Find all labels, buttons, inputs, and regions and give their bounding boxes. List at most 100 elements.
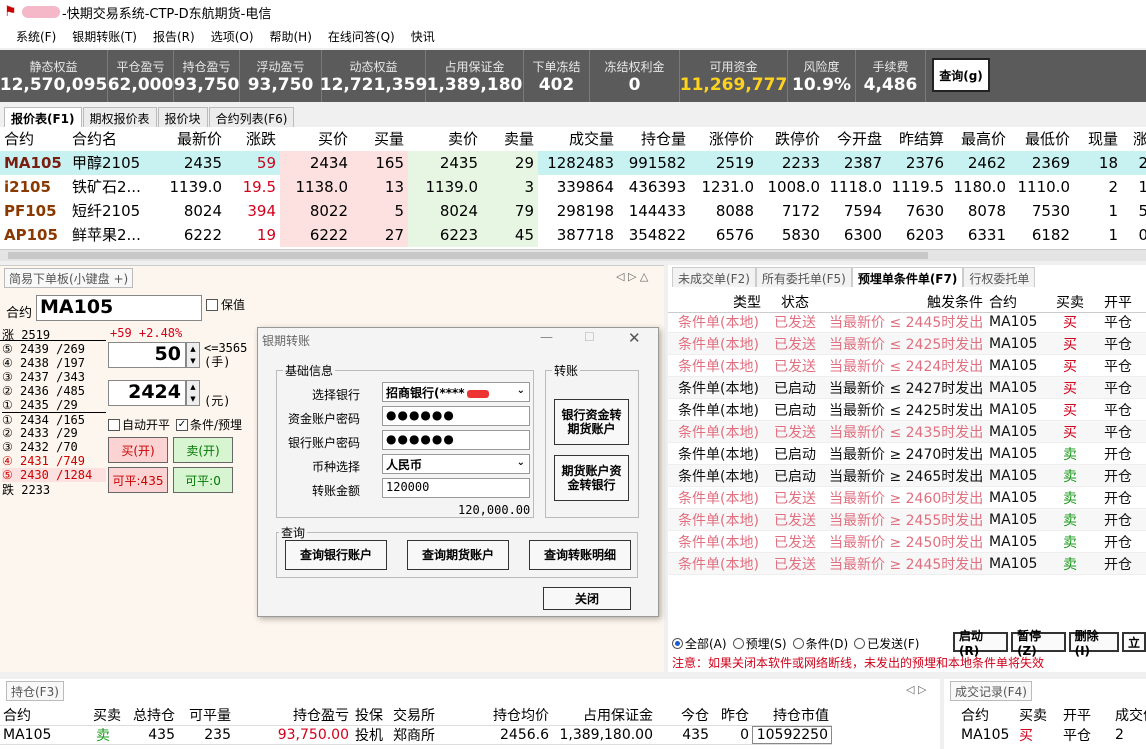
tab-quote[interactable]: 报价表(F1) [4,107,82,127]
futures-to-bank-button[interactable]: 期货账户资金转银行 [554,455,629,501]
filter-radio[interactable]: 已发送(F) [854,635,919,652]
price-stepper[interactable]: ▲ ▼ [186,380,200,406]
auto-open-close-checkbox[interactable]: 自动开平 [108,416,170,433]
table-row[interactable]: 条件单(本地) 已发送 当最新价 ≤ 2424时发出 MA105 买 平仓 [668,355,1146,377]
column-header[interactable]: 合约名 [68,127,154,151]
column-header[interactable]: 合约 [0,705,82,725]
amount-input[interactable]: 120000 [382,478,530,498]
book-level[interactable]: ① 2434 /165 [2,412,106,427]
tab-orders[interactable]: 预埋单条件单(F7) [851,267,964,287]
cond-action-button[interactable]: 启动(R) [953,629,1009,658]
column-header[interactable]: 持仓量 [618,127,690,151]
column-header[interactable]: 现量 [1074,127,1122,151]
column-header[interactable]: 开平 [1096,292,1140,312]
menu-item[interactable]: 银期转账(T) [64,28,145,45]
menu-item[interactable]: 在线问答(Q) [320,28,403,45]
column-header[interactable]: 合约 [986,292,1044,312]
panel-nav-icons[interactable]: ◁ ▷ △ [616,270,648,283]
column-header[interactable]: 持仓盈亏 [234,705,352,725]
bank-password-input[interactable]: ●●●●●● [382,430,530,450]
tab-orders[interactable]: 所有委托单(F5) [755,267,852,287]
table-row[interactable]: 条件单(本地) 已启动 当最新价 ≤ 2427时发出 MA105 买 平仓 [668,377,1146,399]
column-header[interactable]: 买卖 [82,705,124,725]
tab-quote[interactable]: 合约列表(F6) [208,107,295,127]
column-header[interactable]: 今仓 [656,705,712,725]
column-header[interactable]: 总持仓 [124,705,178,725]
positions-tab[interactable]: 持仓(F3) [6,681,64,701]
column-header[interactable]: 昨仓 [712,705,752,725]
column-header[interactable]: 占用保证金 [552,705,656,725]
table-row[interactable]: 条件单(本地) 已发送 当最新价 ≥ 2460时发出 MA105 卖 开仓 [668,487,1146,509]
table-row[interactable]: 条件单(本地) 已发送 当最新价 ≥ 2445时发出 MA105 卖 开仓 [668,553,1146,575]
query-detail-button[interactable]: 查询转账明细 [529,540,631,570]
order-panel-tab[interactable]: 简易下单板(小键盘 +) [4,268,134,288]
table-row[interactable]: i2105 铁矿石2... 1139.0 19.5 1138.0 13 1139.0 3 339… [0,175,1146,199]
column-header[interactable]: 最新价 [154,127,226,151]
column-header[interactable]: 涨跌 [226,127,280,151]
fund-password-input[interactable]: ●●●●●● [382,406,530,426]
query-futures-button[interactable]: 查询期货账户 [407,540,509,570]
table-row[interactable]: MA105 甲醇2105 2435 59 2434 165 2435 29 1282483 991… [0,151,1146,175]
menu-item[interactable]: 帮助(H) [262,28,320,45]
column-header[interactable]: 交易所 [390,705,456,725]
table-row[interactable]: 条件单(本地) 已发送 当最新价 ≥ 2455时发出 MA105 卖 开仓 [668,509,1146,531]
buy-open-button[interactable]: 买(开) [108,437,168,463]
tab-quote[interactable]: 报价块 [157,107,208,127]
column-header[interactable]: 成交价 [1112,705,1146,725]
book-level[interactable]: ② 2433 /29 [2,426,106,440]
book-level[interactable]: ② 2436 /485 [2,384,106,398]
column-header[interactable]: 可平量 [178,705,234,725]
column-header[interactable]: 买卖 [1016,705,1060,725]
close-long-button[interactable]: 可平:435 [108,467,168,493]
column-header[interactable]: 触发条件 [826,292,986,312]
column-header[interactable]: 合约 [0,127,68,151]
table-row[interactable]: 条件单(本地) 已发送 当最新价 ≥ 2450时发出 MA105 卖 开仓 [668,531,1146,553]
minimize-icon[interactable]: — [540,330,553,345]
conditional-checkbox[interactable]: ✓ 条件/预埋 [176,416,242,433]
bank-select[interactable]: 招商银行(**** ⌄ [382,382,530,402]
filter-radio[interactable]: 条件(D) [792,635,848,652]
tab-quote[interactable]: 期权报价表 [82,107,157,127]
table-row[interactable]: 条件单(本地) 已发送 当最新价 ≤ 2445时发出 MA105 买 平仓 [668,311,1146,333]
qty-stepper[interactable]: ▲ ▼ [186,342,200,368]
query-button[interactable]: 查询(g) [932,58,990,92]
column-header[interactable]: 状态 [764,292,826,312]
tab-orders[interactable]: 未成交单(F2) [672,267,756,287]
book-level[interactable]: ④ 2431 /749 [2,454,106,468]
table-row[interactable]: AP105 鲜苹果2... 6222 19 6222 27 6223 45 387718 3548… [0,223,1146,247]
book-level[interactable]: ⑤ 2430 /1284 [2,468,106,482]
price-input[interactable]: 2424 [108,380,186,406]
cond-action-button[interactable]: 立 [1122,632,1146,652]
book-level[interactable]: ③ 2437 /343 [2,370,106,384]
sell-open-button[interactable]: 卖(开) [173,437,233,463]
qty-input[interactable]: 50 [108,342,186,368]
bank-to-futures-button[interactable]: 银行资金转期货账户 [554,399,629,445]
column-header[interactable]: 卖量 [482,127,538,151]
close-icon[interactable]: ✕ [628,329,641,347]
book-level[interactable]: ⑤ 2439 /269 [2,342,106,356]
table-row[interactable]: MA105 卖 435 235 93,750.00 投机 郑商所 2456.6 1,389,18… [0,725,832,745]
scroll-thumb[interactable] [8,252,928,259]
close-short-button[interactable]: 可平:0 [173,467,233,493]
contract-input[interactable]: MA105 [36,295,202,321]
table-row[interactable]: 条件单(本地) 已发送 当最新价 ≤ 2435时发出 MA105 买 平仓 [668,421,1146,443]
table-row[interactable]: 条件单(本地) 已启动 当最新价 ≥ 2470时发出 MA105 卖 开仓 [668,443,1146,465]
column-header[interactable]: 昨结算 [886,127,948,151]
column-header[interactable]: 涨停价 [690,127,758,151]
book-level[interactable]: ④ 2438 /197 [2,356,106,370]
trades-tab[interactable]: 成交记录(F4) [950,681,1032,701]
tab-orders[interactable]: 行权委托单 [963,267,1036,287]
column-header[interactable]: 买量 [352,127,408,151]
table-row[interactable]: 条件单(本地) 已启动 当最新价 ≤ 2425时发出 MA105 买 平仓 [668,399,1146,421]
book-level[interactable]: ① 2435 /29 [2,398,106,412]
positions-nav-icons[interactable]: ◁ ▷ [906,683,926,696]
column-header[interactable]: 持仓均价 [456,705,552,725]
column-header[interactable]: 最高价 [948,127,1010,151]
filter-radio[interactable]: 全部(A) [672,635,727,652]
dialog-close-button[interactable]: 关闭 [543,587,631,610]
column-header[interactable]: 最低价 [1010,127,1074,151]
hedge-checkbox[interactable]: 保值 [206,296,245,313]
book-level[interactable]: ③ 2432 /70 [2,440,106,454]
column-header[interactable]: 今开盘 [824,127,886,151]
quote-scrollbar[interactable] [0,249,1146,261]
